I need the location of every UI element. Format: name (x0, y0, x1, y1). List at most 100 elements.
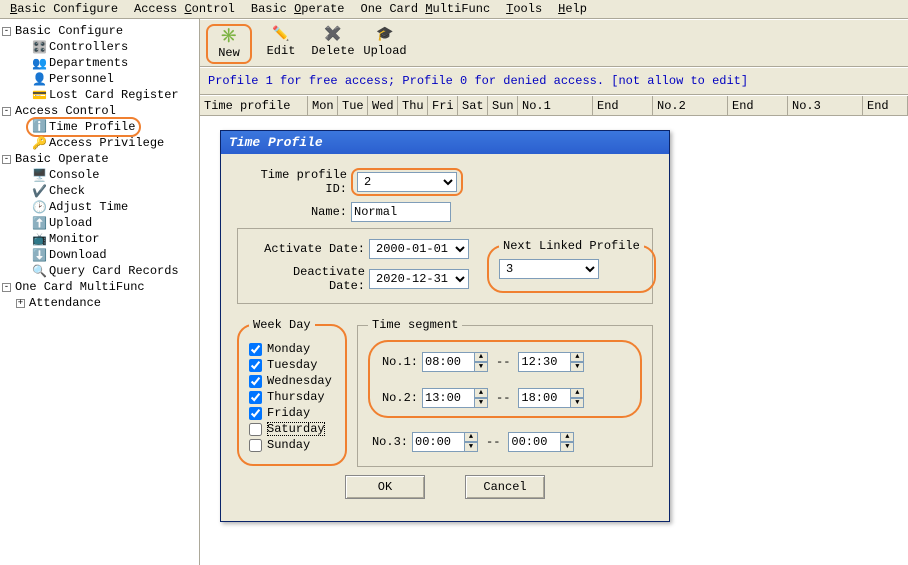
tree-upload[interactable]: Upload (49, 215, 92, 231)
col-fri[interactable]: Fri (428, 96, 458, 116)
tree-lost-card[interactable]: Lost Card Register (49, 87, 179, 103)
no3-end-input[interactable] (508, 432, 560, 452)
no1-begin-spinner[interactable]: ▲▼ (422, 352, 488, 372)
tree-one-card[interactable]: One Card MultiFunc (15, 279, 145, 295)
next-linked-select[interactable]: 3 (499, 259, 599, 279)
saturday-label: Saturday (267, 422, 325, 436)
col-e1[interactable]: End (593, 96, 653, 116)
col-tue[interactable]: Tue (338, 96, 368, 116)
spin-up-icon[interactable]: ▲ (560, 432, 574, 442)
spin-up-icon[interactable]: ▲ (570, 388, 584, 398)
cancel-button[interactable]: Cancel (465, 475, 545, 499)
tpid-select[interactable]: 2 (357, 172, 457, 192)
sep-label: -- (496, 391, 510, 405)
spin-up-icon[interactable]: ▲ (570, 352, 584, 362)
thursday-checkbox[interactable] (249, 391, 262, 404)
col-id[interactable]: Time profile ID (200, 96, 308, 116)
tree-toggle[interactable]: + (16, 299, 25, 308)
no2-end-spinner[interactable]: ▲▼ (518, 388, 584, 408)
sunday-label: Sunday (267, 438, 310, 452)
wednesday-checkbox[interactable] (249, 375, 262, 388)
tree-departments[interactable]: Departments (49, 55, 128, 71)
deactivate-label: Deactivate Date: (250, 265, 365, 293)
tree-adjust-time[interactable]: Adjust Time (49, 199, 128, 215)
no1-end-input[interactable] (518, 352, 570, 372)
col-sun[interactable]: Sun (488, 96, 518, 116)
activate-date-select[interactable]: 2000-01-01 (369, 239, 469, 259)
upload-toolbar-icon: 🎓 (376, 26, 393, 44)
sunday-checkbox[interactable] (249, 439, 262, 452)
tree-toggle[interactable]: - (2, 27, 11, 36)
spin-down-icon[interactable]: ▼ (474, 362, 488, 372)
tree-access-privilege[interactable]: Access Privilege (49, 135, 164, 151)
col-nb3[interactable]: No.3 Begin (788, 96, 863, 116)
menu-access-control[interactable]: Access Control (126, 0, 243, 18)
menu-tools[interactable]: Tools (498, 0, 550, 18)
col-e2[interactable]: End (728, 96, 788, 116)
tree-toggle[interactable]: - (2, 155, 11, 164)
tree-monitor[interactable]: Monitor (49, 231, 99, 247)
col-thu[interactable]: Thu (398, 96, 428, 116)
saturday-checkbox[interactable] (249, 423, 262, 436)
col-nb1[interactable]: No.1 Begin (518, 96, 593, 116)
spin-down-icon[interactable]: ▼ (464, 442, 478, 452)
tuesday-checkbox[interactable] (249, 359, 262, 372)
deactivate-date-select[interactable]: 2020-12-31 (369, 269, 469, 289)
tree-controllers[interactable]: Controllers (49, 39, 128, 55)
upload-button[interactable]: 🎓Upload (362, 24, 408, 60)
monday-checkbox[interactable] (249, 343, 262, 356)
menu-help[interactable]: Help (550, 0, 595, 18)
tree-query[interactable]: Query Card Records (49, 263, 179, 279)
no3-end-spinner[interactable]: ▲▼ (508, 432, 574, 452)
spin-down-icon[interactable]: ▼ (474, 398, 488, 408)
no3-begin-spinner[interactable]: ▲▼ (412, 432, 478, 452)
spin-down-icon[interactable]: ▼ (570, 362, 584, 372)
spin-up-icon[interactable]: ▲ (464, 432, 478, 442)
col-e3[interactable]: End (863, 96, 908, 116)
tree-attendance[interactable]: Attendance (29, 295, 101, 311)
tpid-label: Time profile ID: (237, 168, 347, 196)
tree-check[interactable]: Check (49, 183, 85, 199)
name-input[interactable] (351, 202, 451, 222)
edit-label: Edit (267, 44, 296, 58)
no1-begin-input[interactable] (422, 352, 474, 372)
edit-button[interactable]: ✏️Edit (258, 24, 304, 60)
tree-toggle[interactable]: - (2, 283, 11, 292)
tree-download[interactable]: Download (49, 247, 107, 263)
menu-one-card[interactable]: One Card MultiFunc (353, 0, 499, 18)
tree-toggle[interactable]: - (2, 107, 11, 116)
no2-begin-spinner[interactable]: ▲▼ (422, 388, 488, 408)
tree-console[interactable]: Console (49, 167, 99, 183)
tree-time-profile[interactable]: Time Profile (49, 120, 135, 134)
col-wed[interactable]: Wed (368, 96, 398, 116)
ok-button[interactable]: OK (345, 475, 425, 499)
no2-label: No.2: (378, 391, 418, 405)
no1-end-spinner[interactable]: ▲▼ (518, 352, 584, 372)
col-sat[interactable]: Sat (458, 96, 488, 116)
menu-basic-operate[interactable]: Basic Operate (243, 0, 353, 18)
delete-button[interactable]: ✖️Delete (310, 24, 356, 60)
spin-up-icon[interactable]: ▲ (474, 388, 488, 398)
time-profile-icon: ℹ️ (32, 119, 46, 133)
spin-down-icon[interactable]: ▼ (560, 442, 574, 452)
tree-basic-configure[interactable]: Basic Configure (15, 23, 123, 39)
monitor-icon: 📺 (32, 232, 46, 246)
no3-begin-input[interactable] (412, 432, 464, 452)
new-button[interactable]: ✳️New (206, 24, 252, 64)
personnel-icon: 👤 (32, 72, 46, 86)
menu-basic-configure[interactable]: Basic Configure (2, 0, 126, 18)
activate-label: Activate Date: (250, 242, 365, 256)
monday-label: Monday (267, 342, 310, 356)
no2-begin-input[interactable] (422, 388, 474, 408)
col-nb2[interactable]: No.2 Begin (653, 96, 728, 116)
col-mon[interactable]: Mon (308, 96, 338, 116)
spin-down-icon[interactable]: ▼ (570, 398, 584, 408)
tree-personnel[interactable]: Personnel (49, 71, 114, 87)
console-icon: 🖥️ (32, 168, 46, 182)
new-icon: ✳️ (220, 28, 237, 46)
info-strip: Profile 1 for free access; Profile 0 for… (200, 67, 908, 95)
spin-up-icon[interactable]: ▲ (474, 352, 488, 362)
friday-checkbox[interactable] (249, 407, 262, 420)
tree-basic-operate[interactable]: Basic Operate (15, 151, 109, 167)
no2-end-input[interactable] (518, 388, 570, 408)
